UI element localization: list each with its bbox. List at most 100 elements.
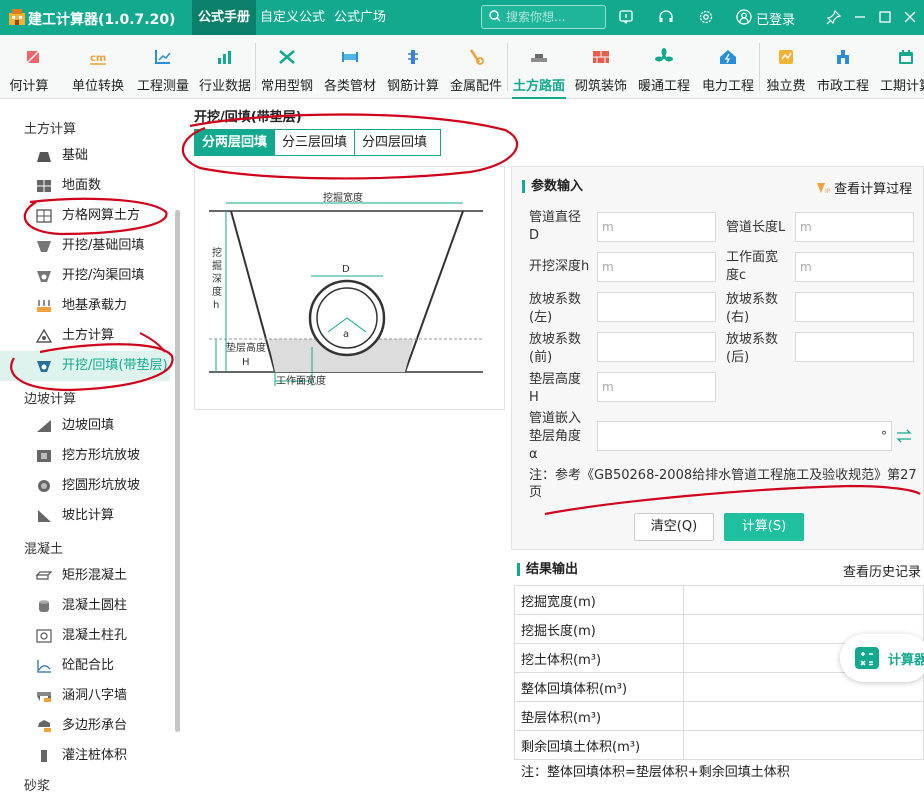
input-slope-right[interactable] — [795, 292, 914, 322]
close-icon[interactable] — [902, 9, 918, 25]
tool-municipal[interactable]: 市政工程 — [812, 35, 874, 99]
history-link[interactable]: 查看历史记录 — [843, 561, 921, 580]
tab-three-layer[interactable]: 分三层回填 — [275, 130, 356, 155]
cylinder-icon — [39, 600, 49, 612]
tool-hvac[interactable]: 暖通工程 — [632, 35, 696, 99]
metal-fittings-icon — [469, 49, 484, 65]
tab-formula-manual[interactable]: 公式手册 — [192, 0, 257, 35]
tab-formula-square[interactable]: 公式广场 — [328, 0, 392, 35]
param-title: 参数输入 — [522, 180, 583, 193]
svg-text:h: h — [213, 300, 219, 311]
user-icon — [736, 9, 752, 25]
search-input[interactable] — [506, 8, 601, 26]
login-status[interactable]: 已登录 — [756, 9, 795, 28]
input-slope-back[interactable] — [795, 332, 914, 362]
trench-diagram-svg: 挖掘宽度 挖 掘 深 度 h D a 垫层高度 H 工作面宽度 — [209, 191, 483, 387]
feedback-icon[interactable] — [618, 9, 634, 25]
earthwork-road-icon — [531, 54, 547, 62]
sidebar-scrollbar[interactable] — [175, 210, 180, 732]
results-title: 结果输出 — [517, 563, 578, 576]
work-face-label: 工作面宽度 — [276, 374, 326, 387]
result-label: 挖土体积(m³) — [514, 643, 684, 673]
input-pipe-diameter[interactable]: m — [597, 212, 716, 242]
culvert-icon — [37, 692, 51, 702]
input-cushion-height[interactable]: m — [597, 372, 716, 402]
tab-custom-formula[interactable]: 自定义公式 — [254, 0, 331, 35]
cushion-label: 垫层高度 — [226, 341, 266, 354]
sidebar-category: 边坡计算 — [24, 392, 77, 407]
results-note: 注：整体回填体积=垫层体积+剩余回填土体积 — [521, 765, 790, 780]
foundation-icon — [37, 152, 51, 162]
cushion-pit-icon — [37, 361, 51, 372]
input-slope-left[interactable] — [597, 292, 716, 322]
municipal-icon — [837, 50, 849, 64]
industry-data-icon — [218, 51, 231, 64]
tool-pipes[interactable]: 各类管材 — [318, 35, 382, 99]
input-embed-angle[interactable]: ° — [597, 421, 892, 451]
sidebar-category: 砂浆 — [24, 779, 51, 794]
label-pipe-length: 管道长度L — [726, 220, 786, 235]
tool-rebar[interactable]: 钢筋计算 — [382, 35, 444, 99]
steel-section-icon — [279, 50, 295, 64]
independent-cost-icon — [779, 50, 793, 64]
survey-icon — [155, 50, 171, 64]
table-row: 剩余回填土体积(m³) — [514, 730, 924, 760]
tool-survey[interactable]: 工程测量 — [132, 35, 194, 99]
label-dig-depth: 开挖深度h — [529, 259, 590, 274]
result-value — [683, 730, 924, 760]
tool-metal-fittings[interactable]: 金属配件 — [444, 35, 508, 99]
tab-two-layer[interactable]: 分两层回填 — [195, 130, 276, 155]
svg-text:深: 深 — [212, 273, 222, 285]
triangle-icon — [36, 329, 52, 343]
param-panel: 参数输入 IP 查看计算过程 管道直径D m 管道长度L m 开挖深度h m 工… — [511, 166, 924, 550]
ground-icon — [37, 180, 51, 192]
tool-steel-section[interactable]: 常用型钢 — [256, 35, 318, 99]
category-toolbar: 何计算 cm 单位转换 工程测量 行业数据 常用型钢 各类管材 钢筋计算 金属配… — [0, 35, 924, 99]
rebar-icon — [408, 50, 418, 64]
result-label: 垫层体积(m³) — [514, 701, 684, 731]
headset-icon[interactable] — [658, 9, 674, 25]
sidebar-item-excavation-cushion[interactable]: 开挖/回填(带垫层) — [0, 351, 170, 381]
clear-button[interactable]: 清空(Q) — [634, 513, 714, 541]
pin-icon[interactable] — [826, 9, 842, 25]
square-pit-icon — [37, 450, 51, 462]
pile-icon — [41, 750, 47, 762]
tab-four-layer[interactable]: 分四层回填 — [355, 130, 434, 155]
label-slope-left: 放坡系数(左) — [529, 292, 582, 325]
search-icon — [489, 10, 501, 22]
mix-ratio-icon — [37, 660, 51, 673]
calculate-button[interactable]: 计算(S) — [724, 513, 804, 541]
calculator-float-button[interactable]: 计算器 — [840, 634, 924, 682]
label-slope-back: 放坡系数(后) — [726, 332, 779, 365]
tool-geometry[interactable]: 何计算 — [0, 35, 64, 99]
input-work-face-width[interactable]: m — [795, 252, 914, 282]
polygon-cap-icon — [38, 720, 51, 732]
reference-note: 注：参考《GB50268-2008给排水管道工程施工及验收规范》第27页 — [529, 468, 917, 500]
tool-earthwork-road[interactable]: 土方路面 — [508, 35, 570, 99]
svg-text:IP: IP — [825, 188, 830, 194]
electrical-icon — [720, 50, 736, 64]
gear-icon[interactable] — [698, 9, 714, 25]
cushion-h-label: H — [242, 357, 250, 368]
minimize-icon[interactable] — [852, 9, 868, 25]
tool-unit-convert[interactable]: cm 单位转换 — [64, 35, 132, 99]
svg-text:cm: cm — [90, 53, 106, 64]
convert-arrows-icon[interactable] — [896, 429, 912, 443]
search-box[interactable] — [481, 5, 606, 29]
label-slope-front: 放坡系数(前) — [529, 332, 582, 365]
maximize-icon[interactable] — [877, 9, 893, 25]
tool-independent-cost[interactable]: 独立费 — [760, 35, 812, 99]
tool-masonry[interactable]: 砌筑装饰 — [570, 35, 632, 99]
tool-industry-data[interactable]: 行业数据 — [194, 35, 256, 99]
view-process-link[interactable]: IP 查看计算过程 — [817, 178, 912, 197]
tool-schedule[interactable]: 工期计算 — [874, 35, 924, 99]
input-pipe-length[interactable]: m — [795, 212, 914, 242]
result-value — [683, 585, 924, 615]
top-label: 挖掘宽度 — [323, 191, 363, 204]
tool-electrical[interactable]: 电力工程 — [696, 35, 760, 99]
label-pipe-diameter: 管道直径D — [529, 210, 582, 243]
calculator-label: 计算器 — [888, 653, 924, 668]
input-dig-depth[interactable]: m — [597, 252, 716, 282]
bearing-capacity-icon — [37, 300, 51, 312]
input-slope-front[interactable] — [597, 332, 716, 362]
